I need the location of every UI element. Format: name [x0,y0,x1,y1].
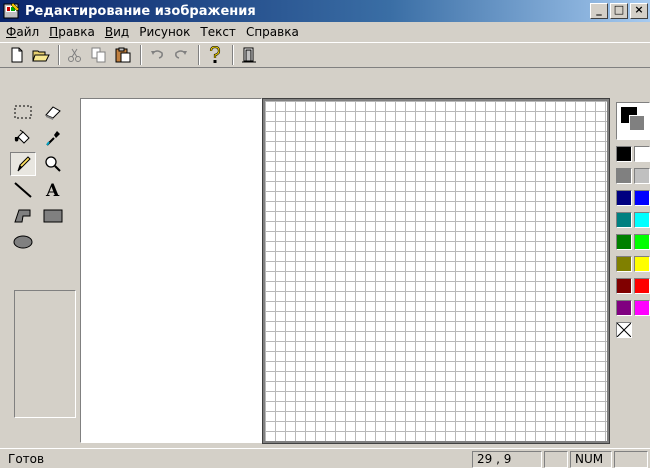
menu-edit[interactable]: Правка [49,25,95,39]
background-color[interactable] [629,115,645,131]
window-title: Редактирование изображения [25,3,256,19]
tool-ellipse[interactable] [10,230,36,254]
tool-pick-color[interactable] [40,126,66,150]
palette-swatch[interactable] [616,146,632,162]
new-file-icon [11,47,23,63]
menu-view-label: ид [113,25,130,39]
undo-button[interactable] [146,44,168,66]
menu-file-label: айл [16,25,40,39]
palette-swatch[interactable] [634,234,650,250]
menu-image[interactable]: Рисунок [139,25,190,39]
palette-swatch[interactable] [616,212,632,228]
close-button[interactable]: × [630,3,648,19]
select-rect-icon [14,105,32,119]
palette-swatch[interactable] [634,300,650,316]
tool-pencil[interactable] [10,152,36,176]
palette-swatch[interactable] [634,278,650,294]
minimize-button[interactable]: _ [590,3,608,19]
tool-polygon[interactable] [10,204,36,228]
menu-file-mnemonic: Ф [6,25,17,39]
cursor-coordinates: 29 , 9 [472,451,542,468]
menu-bar: Файл Правка Вид Рисунок Текст Справка [0,22,650,42]
ellipse-icon [13,235,33,249]
menu-view-mnemonic: В [104,25,114,39]
redo-button[interactable] [170,44,192,66]
toolbar-separator [58,45,60,65]
menu-text-label: Текст [200,25,236,39]
tool-fill[interactable] [10,126,36,150]
palette-swatch[interactable] [616,256,632,272]
menu-edit-mnemonic: П [49,25,59,39]
eraser-icon [45,106,61,120]
status-text: Готов [8,452,45,466]
copy-icon [91,47,106,63]
pencil-icon [17,156,31,172]
redo-icon [175,50,187,59]
menu-help[interactable]: Справка [246,25,299,39]
magnifier-icon [45,156,61,172]
toolbar [0,42,650,68]
help-icon [209,46,221,63]
tool-magnifier[interactable] [40,152,66,176]
toolbar-separator [140,45,142,65]
toolbar-separator [198,45,200,65]
exit-button[interactable] [238,44,260,66]
rectangle-icon [43,209,63,223]
open-file-button[interactable] [30,44,52,66]
tool-options-box [14,290,76,418]
eyedropper-icon [46,131,60,146]
menu-text[interactable]: Текст [200,25,236,39]
palette-swatch[interactable] [616,278,632,294]
menu-file[interactable]: Файл [6,25,39,39]
drawing-canvas[interactable] [265,101,607,441]
copy-button[interactable] [88,44,110,66]
app-icon [3,2,21,20]
canvas-frame [262,98,610,444]
tool-text[interactable]: A [40,178,66,202]
status-field-empty [544,451,568,468]
palette-swatch[interactable] [616,300,632,316]
menu-view[interactable]: Вид [105,25,129,39]
menu-help-label: Справка [245,25,299,39]
fill-bucket-icon [14,129,30,144]
palette-swatch[interactable] [616,168,632,184]
text-tool-icon: A [45,181,60,199]
tool-select-rect[interactable] [10,100,36,124]
maximize-button[interactable]: □ [610,3,628,19]
cut-icon [68,48,81,62]
paste-button[interactable] [112,44,134,66]
num-lock-indicator: NUM [570,451,612,468]
palette-swatch[interactable] [634,190,650,206]
cut-button[interactable] [64,44,86,66]
polygon-icon [14,209,31,223]
exit-door-icon [242,47,256,63]
open-folder-icon [32,50,50,62]
preview-panel [80,98,262,443]
transparent-icon [616,322,632,338]
current-colors[interactable] [616,102,650,140]
palette-swatch[interactable] [634,146,650,162]
palette-swatch[interactable] [634,212,650,228]
palette-swatch[interactable] [634,168,650,184]
palette-swatch[interactable] [634,256,650,272]
paste-icon [115,47,131,63]
title-bar: Редактирование изображения _ □ × [0,0,650,22]
menu-image-label: Рисунок [139,25,191,39]
svg-text:A: A [45,181,60,199]
tool-eraser[interactable] [40,100,66,124]
line-icon [14,182,32,198]
transparent-color-swatch[interactable] [616,322,632,338]
tool-rectangle[interactable] [40,204,66,228]
menu-edit-label: равка [58,25,95,39]
status-bar: Готов 29 , 9 NUM [0,448,650,468]
tool-line[interactable] [10,178,36,202]
palette-swatch[interactable] [616,234,632,250]
undo-icon [151,50,163,59]
toolbar-separator [232,45,234,65]
status-field-empty [614,451,648,468]
help-button[interactable] [204,44,226,66]
palette-swatch[interactable] [616,190,632,206]
new-file-button[interactable] [6,44,28,66]
